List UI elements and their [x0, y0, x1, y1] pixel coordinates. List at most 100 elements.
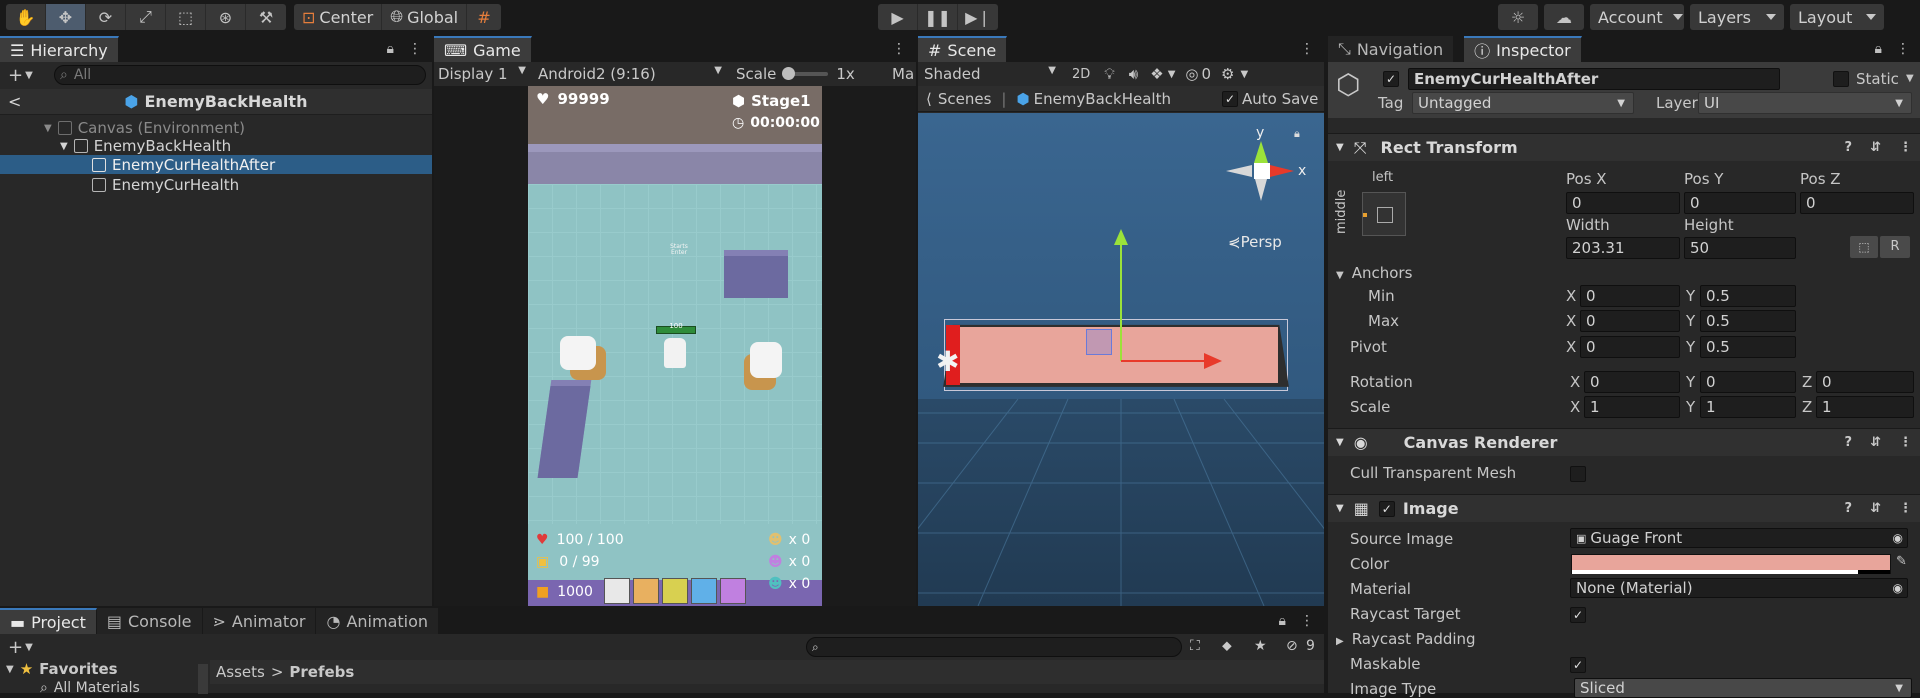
tab-game[interactable]: ⌨ Game — [434, 36, 532, 62]
transform-tool-button[interactable]: ⊛ — [206, 4, 246, 30]
layers-dropdown[interactable]: Layers — [1690, 4, 1784, 30]
custom-tool-button[interactable]: ⚒ — [246, 4, 286, 30]
account-dropdown[interactable]: Account — [1590, 4, 1684, 30]
chevron-down-icon[interactable]: ▼ — [25, 70, 33, 81]
filter-label-icon[interactable]: ⬥ — [1222, 638, 1232, 654]
chevron-down-icon[interactable]: ▼ — [1906, 73, 1914, 84]
mode-2d-button[interactable]: 2D — [1072, 67, 1090, 82]
pivot-mode-button[interactable]: ⊡ Center — [294, 4, 383, 30]
chevron-down-icon[interactable]: ▼ — [25, 642, 33, 653]
display-dropdown[interactable]: Display 1 ▼ — [434, 65, 532, 83]
services-button[interactable]: ☼ — [1498, 4, 1538, 30]
step-button[interactable]: ▶❘ — [958, 4, 998, 30]
hierarchy-search-input[interactable]: ⌕ All — [54, 65, 426, 85]
gizmo-neg-y-cone[interactable] — [1255, 179, 1267, 201]
pivot-y-input[interactable]: 0.5 — [1700, 336, 1796, 358]
move-gizmo-y-axis[interactable] — [1120, 243, 1122, 361]
preset-icon[interactable]: ⇵ — [1870, 435, 1881, 450]
eyedropper-icon[interactable]: ✎ — [1896, 554, 1907, 569]
tab-hierarchy[interactable]: ☰ Hierarchy — [0, 36, 119, 62]
image-type-dropdown[interactable]: Sliced ▼ — [1574, 678, 1912, 698]
tab-console[interactable]: ▤ Console — [96, 608, 203, 634]
gizmo-center[interactable] — [1254, 163, 1270, 179]
source-image-field[interactable]: ▣ Guage Front ◉ — [1570, 528, 1908, 548]
move-tool-button[interactable]: ✥ — [46, 4, 86, 30]
pivot-x-input[interactable]: 0 — [1580, 336, 1680, 358]
scale-z-input[interactable]: 1 — [1816, 396, 1914, 418]
scale-x-input[interactable]: 1 — [1584, 396, 1680, 418]
tab-animation[interactable]: ◔ Animation — [316, 608, 440, 634]
anchor-min-y-input[interactable]: 0.5 — [1700, 285, 1796, 307]
more-icon[interactable]: ⋮ — [1896, 41, 1910, 57]
move-gizmo-x-arrow[interactable] — [1204, 353, 1222, 369]
scale-slider[interactable] — [782, 67, 829, 80]
more-icon[interactable]: ⋮ — [892, 41, 906, 57]
auto-save-checkbox[interactable]: ✓ — [1222, 90, 1238, 107]
rect-transform-header[interactable]: ▼ ⤧ Rect Transform ? ⇵ ⋮ — [1328, 133, 1920, 161]
material-field[interactable]: None (Material) ◉ — [1570, 578, 1908, 598]
scale-y-input[interactable]: 1 — [1700, 396, 1796, 418]
raycast-padding-row[interactable]: ▶ Raycast Padding — [1336, 630, 1476, 648]
gizmo-x-cone[interactable] — [1270, 165, 1294, 177]
object-picker-icon[interactable]: ◉ — [1893, 531, 1903, 545]
more-icon[interactable]: ⋮ — [1300, 613, 1314, 629]
skill-slot[interactable] — [691, 578, 717, 604]
cull-mesh-checkbox[interactable] — [1570, 466, 1586, 482]
light-icon[interactable]: 💡︎ — [1104, 65, 1115, 83]
image-header[interactable]: ▼ ▦ ✓ Image ? ⇵ ⋮ — [1328, 494, 1920, 522]
posy-input[interactable]: 0 — [1684, 192, 1796, 214]
skill-slot[interactable] — [604, 578, 630, 604]
rotate-tool-button[interactable]: ⟳ — [86, 4, 126, 30]
scale-tool-button[interactable]: ⤢ — [126, 4, 166, 30]
skill-slot[interactable] — [720, 578, 746, 604]
width-input[interactable]: 203.31 — [1566, 237, 1680, 259]
canvas-renderer-header[interactable]: ▼ ◉ Canvas Renderer ? ⇵ ⋮ — [1328, 428, 1920, 456]
more-icon[interactable]: ⋮ — [1300, 41, 1314, 57]
add-icon[interactable]: + — [8, 637, 23, 658]
breadcrumb-item[interactable]: EnemyBackHealth — [1034, 90, 1171, 108]
favorite-star-icon[interactable]: ★ — [1254, 638, 1267, 654]
more-icon[interactable]: ⋮ — [1899, 140, 1912, 155]
tag-dropdown[interactable]: Untagged ▼ — [1412, 92, 1634, 114]
layer-dropdown[interactable]: UI ▼ — [1698, 92, 1912, 114]
rect-tool-button[interactable]: ⬚ — [166, 4, 206, 30]
pivot-rotation-button[interactable]: 🌐︎ Global — [382, 4, 468, 30]
resolution-dropdown[interactable]: Android2 (9:16) ▼ — [532, 65, 728, 83]
hierarchy-item-enemycurhealthafter[interactable]: EnemyCurHealthAfter — [92, 155, 275, 175]
posx-input[interactable]: 0 — [1566, 192, 1680, 214]
chevron-down-icon[interactable]: ▼ — [1168, 69, 1176, 80]
raycast-target-checkbox[interactable]: ✓ — [1570, 607, 1586, 623]
tab-project[interactable]: ▬ Project — [0, 608, 97, 634]
favorites-row[interactable]: ▼ ★ Favorites — [6, 660, 118, 678]
hierarchy-item-enemycurhealth[interactable]: EnemyCurHealth — [92, 175, 239, 195]
chevron-down-icon[interactable]: ▼ — [1241, 69, 1249, 80]
skill-slot[interactable] — [662, 578, 688, 604]
lock-icon[interactable]: 🔒︎ — [1875, 41, 1882, 57]
scale-slider-thumb[interactable] — [782, 67, 796, 80]
rotation-y-input[interactable]: 0 — [1700, 371, 1796, 393]
gizmo-neg-x-cone[interactable] — [1226, 165, 1252, 177]
help-icon[interactable]: ? — [1845, 501, 1853, 516]
shading-dropdown[interactable]: Shaded ▼ — [918, 65, 1064, 83]
hierarchy-item-canvas[interactable]: ▼ Canvas (Environment) — [44, 118, 245, 138]
scene-view[interactable]: ✱ y x 🔒︎ ⋞Persp — [918, 113, 1324, 606]
orientation-gizmo[interactable]: y x 🔒︎ — [1218, 125, 1308, 217]
object-name-input[interactable]: EnemyCurHealthAfter — [1408, 68, 1780, 90]
move-gizmo-x-axis[interactable] — [1121, 360, 1207, 362]
object-picker-icon[interactable]: ◉ — [1893, 581, 1903, 595]
image-enabled-checkbox[interactable]: ✓ — [1378, 500, 1395, 517]
hierarchy-item-enemybackhealth[interactable]: ▼ EnemyBackHealth — [60, 136, 231, 156]
tab-navigation[interactable]: ⤡ Navigation — [1328, 36, 1455, 62]
preset-icon[interactable]: ⇵ — [1870, 501, 1881, 516]
posz-input[interactable]: 0 — [1800, 192, 1914, 214]
move-gizmo-y-arrow[interactable] — [1114, 229, 1128, 245]
persp-label-wrap[interactable]: ⋞Persp — [1228, 233, 1282, 251]
lock-icon[interactable]: 🔒︎ — [387, 41, 394, 57]
all-materials-row[interactable]: ⌕ All Materials — [40, 680, 140, 696]
project-tree-scrollbar[interactable] — [198, 664, 208, 694]
object-active-checkbox[interactable]: ✓ — [1383, 71, 1399, 87]
tab-inspector[interactable]: ⓘ Inspector — [1464, 36, 1582, 62]
gizmo-y-cone[interactable] — [1254, 141, 1268, 163]
help-icon[interactable]: ? — [1845, 140, 1853, 155]
path-item[interactable]: Prefebs — [289, 663, 354, 681]
